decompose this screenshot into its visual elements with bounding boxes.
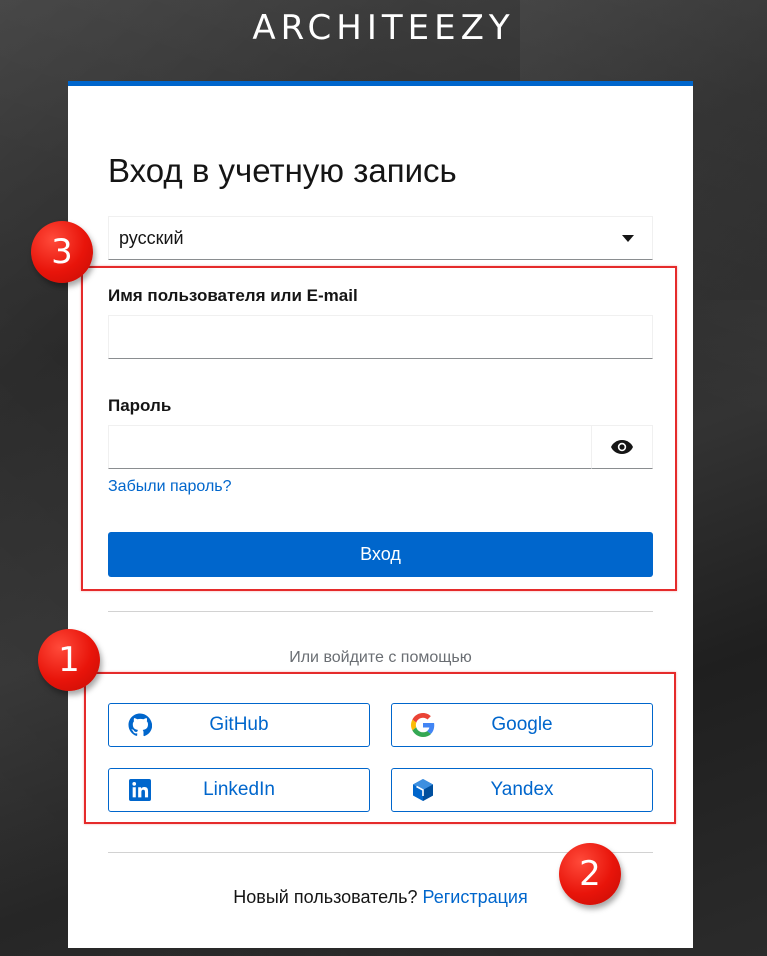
annotation-box-social-login <box>84 672 676 824</box>
language-select-value: русский <box>119 227 184 248</box>
divider <box>108 611 653 612</box>
brand-logo: ARCHITEEZY <box>252 8 515 48</box>
caret-down-icon <box>622 234 634 242</box>
register-prompt: Новый пользователь? <box>233 887 418 907</box>
language-select[interactable]: русский <box>108 216 653 260</box>
annotation-badge-2: 2 <box>559 843 621 905</box>
annotation-badge-1: 1 <box>38 629 100 691</box>
social-login-caption: Или войдите с помощью <box>289 649 472 666</box>
register-link[interactable]: Регистрация <box>422 887 527 907</box>
annotation-badge-3: 3 <box>31 221 93 283</box>
page-title: Вход в учетную запись <box>108 152 457 189</box>
annotation-box-login-form <box>81 266 677 591</box>
